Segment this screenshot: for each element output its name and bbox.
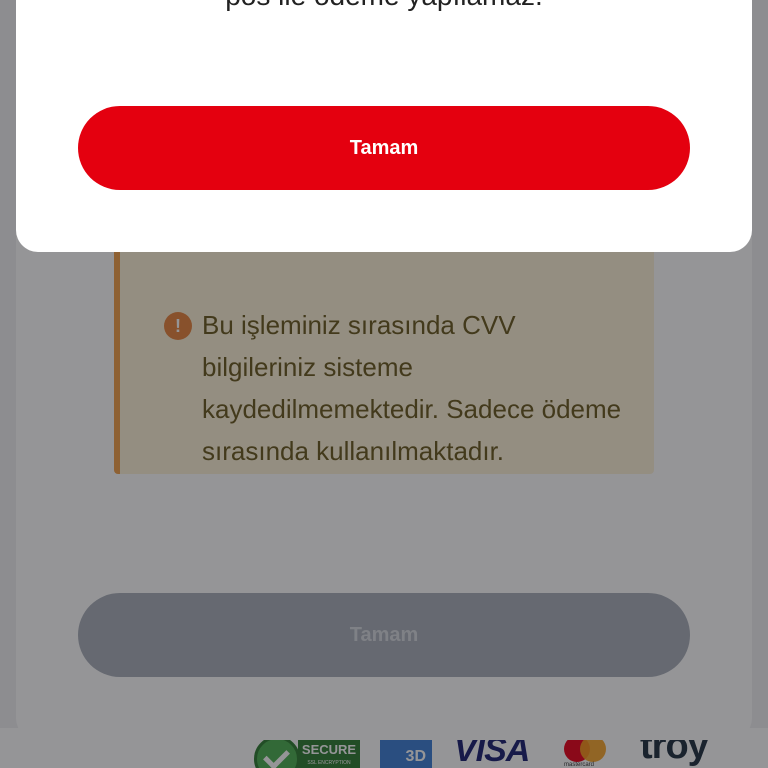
ok-button[interactable]: Tamam: [78, 106, 690, 190]
alert-dialog: pos ile ödeme yapılamaz. Tamam: [16, 0, 752, 252]
alert-message: pos ile ödeme yapılamaz.: [16, 0, 752, 14]
